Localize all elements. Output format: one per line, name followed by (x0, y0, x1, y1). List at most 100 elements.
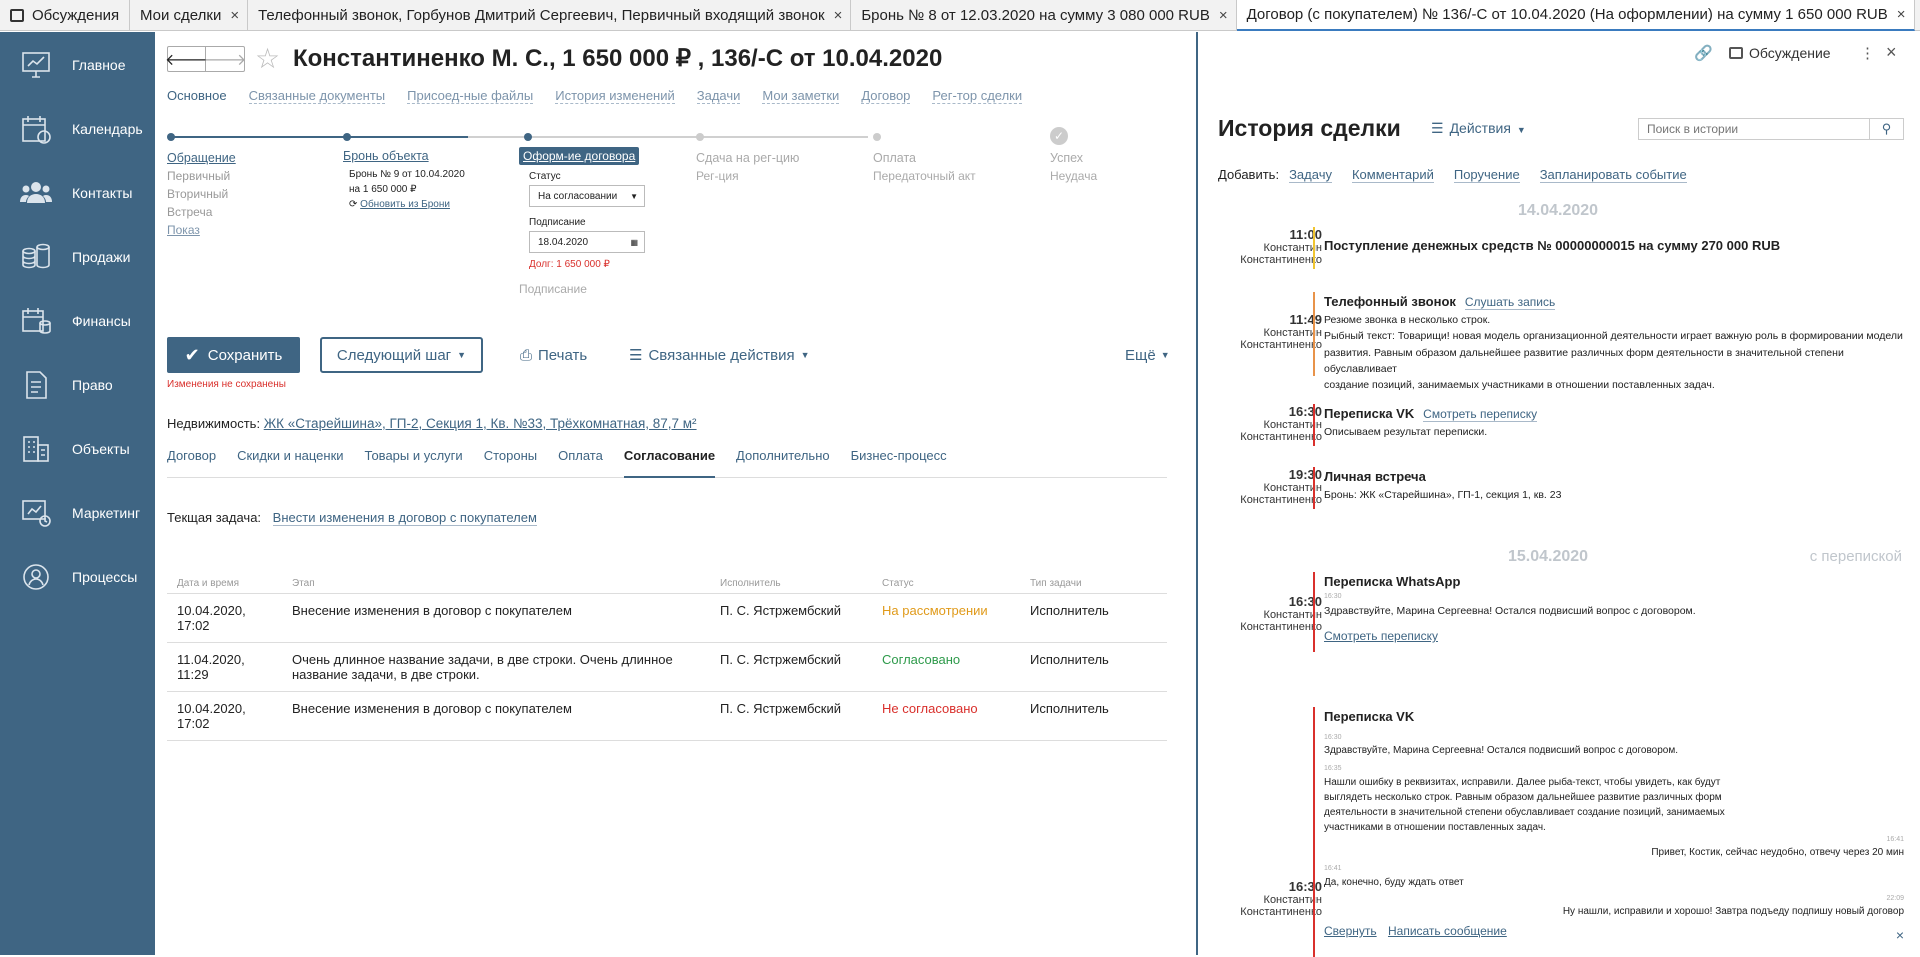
cell-executor: П. С. Ястржембский (710, 691, 872, 741)
add-assignment-link[interactable]: Поручение (1453, 167, 1520, 183)
sub-navigation: Основное Связанные документы Присоед-ные… (167, 88, 1023, 104)
table-row[interactable]: 10.04.2020, 17:02 Внесение изменения в до… (167, 593, 1167, 643)
refresh-from-reservation[interactable]: ⟳ Обновить из Брони (343, 197, 465, 212)
stage-result: Успех Неудача (1050, 149, 1097, 185)
tab-business-process[interactable]: Бизнес-процесс (851, 448, 947, 477)
event-text: развития. Равным образом дальнейшее разв… (1324, 346, 1844, 375)
event-body: Переписка VK Смотреть переписку Описывае… (1324, 404, 1904, 440)
history-nav: 🡐 🡒 (165, 46, 247, 72)
close-icon[interactable]: × (1896, 927, 1904, 943)
sidebar-item-law[interactable]: Право (0, 353, 155, 417)
discussion-button[interactable]: Обсуждение (1729, 45, 1831, 61)
document-icon (26, 371, 47, 399)
tab-additional[interactable]: Дополнительно (736, 448, 830, 477)
history-actions-button[interactable]: ☰ Действия ▼ (1431, 120, 1526, 137)
col-header: Тип задачи (1020, 574, 1167, 594)
next-step-button[interactable]: Следующий шаг ▼ (320, 337, 483, 373)
tab-discounts[interactable]: Скидки и наценки (237, 448, 343, 477)
view-chat-link[interactable]: Смотреть переписку (1324, 627, 1904, 646)
sign-date-value: 18.04.2020 (538, 236, 589, 248)
view-chat-link[interactable]: Смотреть переписку (1423, 407, 1538, 422)
message-text: выглядеть несколько строк. Равным образо… (1324, 791, 1722, 803)
tab-payment[interactable]: Оплата (558, 448, 603, 477)
sidebar-item-home[interactable]: Главное (0, 33, 155, 97)
related-actions-button[interactable]: ☰ Связанные действия ▼ (629, 337, 810, 373)
event-time: 16:30 (1288, 404, 1322, 419)
event-title: Переписка VK (1324, 406, 1415, 421)
subnav-notes[interactable]: Мои заметки (762, 88, 840, 104)
stage-inquiry-link[interactable]: Обращение (167, 149, 236, 167)
tab-my-deals[interactable]: Мои сделки × (130, 0, 249, 31)
link-icon[interactable]: 🔗 (1694, 44, 1713, 62)
current-task-link[interactable]: Внести изменения в договор с покупателем (272, 510, 537, 526)
building-icon (23, 436, 49, 462)
listen-record-link[interactable]: Слушать запись (1464, 295, 1556, 310)
sidebar-item-processes[interactable]: Процессы (0, 545, 155, 609)
event-author: Константин (1263, 482, 1322, 494)
stage-item: Рег-ция (696, 169, 739, 183)
stage-reservation-link[interactable]: Бронь объекта (343, 149, 465, 164)
subnav-files[interactable]: Присоед-ные файлы (407, 88, 534, 104)
status-select[interactable]: На согласовании ▼ (529, 185, 645, 207)
event-title: Телефонный звонок (1324, 294, 1456, 309)
subnav-tasks[interactable]: Задачи (696, 88, 741, 104)
close-icon[interactable]: × (834, 7, 843, 24)
sidebar-item-marketing[interactable]: Маркетинг (0, 481, 155, 545)
page-title: Константиненко М. С., 1 650 000 ₽ , 136/… (293, 45, 943, 72)
table-row[interactable]: 10.04.2020, 17:02 Внесение изменения в до… (167, 691, 1167, 741)
tab-phone-call[interactable]: Телефонный звонок, Горбунов Дмитрий Серг… (248, 0, 852, 31)
property-line: Недвижимость: ЖК «Старейшина», ГП-2, Сек… (167, 416, 697, 431)
tab-contract[interactable]: Договор (с покупателем) № 136/-С от 10.0… (1236, 0, 1915, 31)
write-message-link[interactable]: Написать сообщение (1388, 924, 1507, 938)
search-icon[interactable]: ⚲ (1869, 119, 1903, 139)
tab-contract-details[interactable]: Договор (167, 448, 216, 477)
sidebar-item-calendar[interactable]: Календарь (0, 97, 155, 161)
history-search-input[interactable] (1639, 119, 1869, 139)
success-check-icon: ✓ (1050, 127, 1068, 145)
close-window-icon[interactable]: × (1886, 42, 1897, 63)
subnav-related-docs[interactable]: Связанные документы (248, 88, 386, 104)
subnav-registrar[interactable]: Рег-тор сделки (932, 88, 1023, 104)
subnav-main[interactable]: Основное (167, 88, 227, 104)
sign-date-field[interactable]: 18.04.2020 ▦ (529, 231, 645, 253)
property-link[interactable]: ЖК «Старейшина», ГП-2, Секция 1, Кв. №33… (264, 416, 697, 431)
chat-icon (10, 9, 24, 22)
add-comment-link[interactable]: Комментарий (1351, 167, 1434, 183)
stage-contract-current[interactable]: Оформ-ие договора (519, 147, 640, 165)
tab-parties[interactable]: Стороны (484, 448, 537, 477)
tab-goods[interactable]: Товары и услуги (365, 448, 463, 477)
collapse-link[interactable]: Свернуть (1324, 924, 1377, 938)
sidebar-item-sales[interactable]: Продажи (0, 225, 155, 289)
table-row[interactable]: 11.04.2020, 11:29 Очень длинное название … (167, 642, 1167, 692)
sidebar-item-finance[interactable]: Финансы (0, 289, 155, 353)
kebab-menu-icon[interactable]: ⋮ (1860, 44, 1875, 62)
close-icon[interactable]: × (1897, 6, 1906, 23)
tab-reservation[interactable]: Бронь № 8 от 12.03.2020 на сумму 3 080 0… (851, 0, 1237, 31)
save-button[interactable]: ✔ Сохранить (167, 337, 300, 373)
event-author: Константин (1263, 327, 1322, 339)
subnav-contract[interactable]: Договор (861, 88, 911, 104)
more-button[interactable]: Ещё ▼ (1125, 337, 1170, 373)
add-task-link[interactable]: Задачу (1289, 167, 1332, 183)
back-arrow-icon[interactable]: 🡐 (165, 47, 208, 71)
close-icon[interactable]: × (230, 7, 239, 24)
print-button[interactable]: ⎙ Печать (520, 337, 587, 373)
stage-payment-name: Оплата (873, 151, 916, 165)
favorite-star-icon[interactable]: ☆ (255, 42, 280, 75)
tab-approval[interactable]: Согласование (623, 448, 716, 478)
event-bar (1313, 572, 1315, 652)
subnav-history[interactable]: История изменений (555, 88, 675, 104)
close-icon[interactable]: × (1219, 7, 1228, 24)
forward-arrow-icon[interactable]: 🡒 (204, 47, 247, 71)
history-filter[interactable]: с перепиской (1810, 548, 1902, 565)
sidebar-item-contacts[interactable]: Контакты (0, 161, 155, 225)
event-text: Описываем результат переписки. (1324, 426, 1488, 439)
event-meta: 11:49 Константин Константиненко (1202, 312, 1322, 351)
schedule-event-link[interactable]: Запланировать событие (1539, 167, 1687, 183)
stage-item-show[interactable]: Показ (167, 221, 236, 239)
tab-discussions[interactable]: Обсуждения (0, 0, 130, 31)
sidebar-item-objects[interactable]: Объекты (0, 417, 155, 481)
refresh-link[interactable]: Обновить из Брони (360, 199, 450, 210)
event-author: Константиненко (1240, 906, 1322, 918)
event-bar (1313, 707, 1315, 957)
